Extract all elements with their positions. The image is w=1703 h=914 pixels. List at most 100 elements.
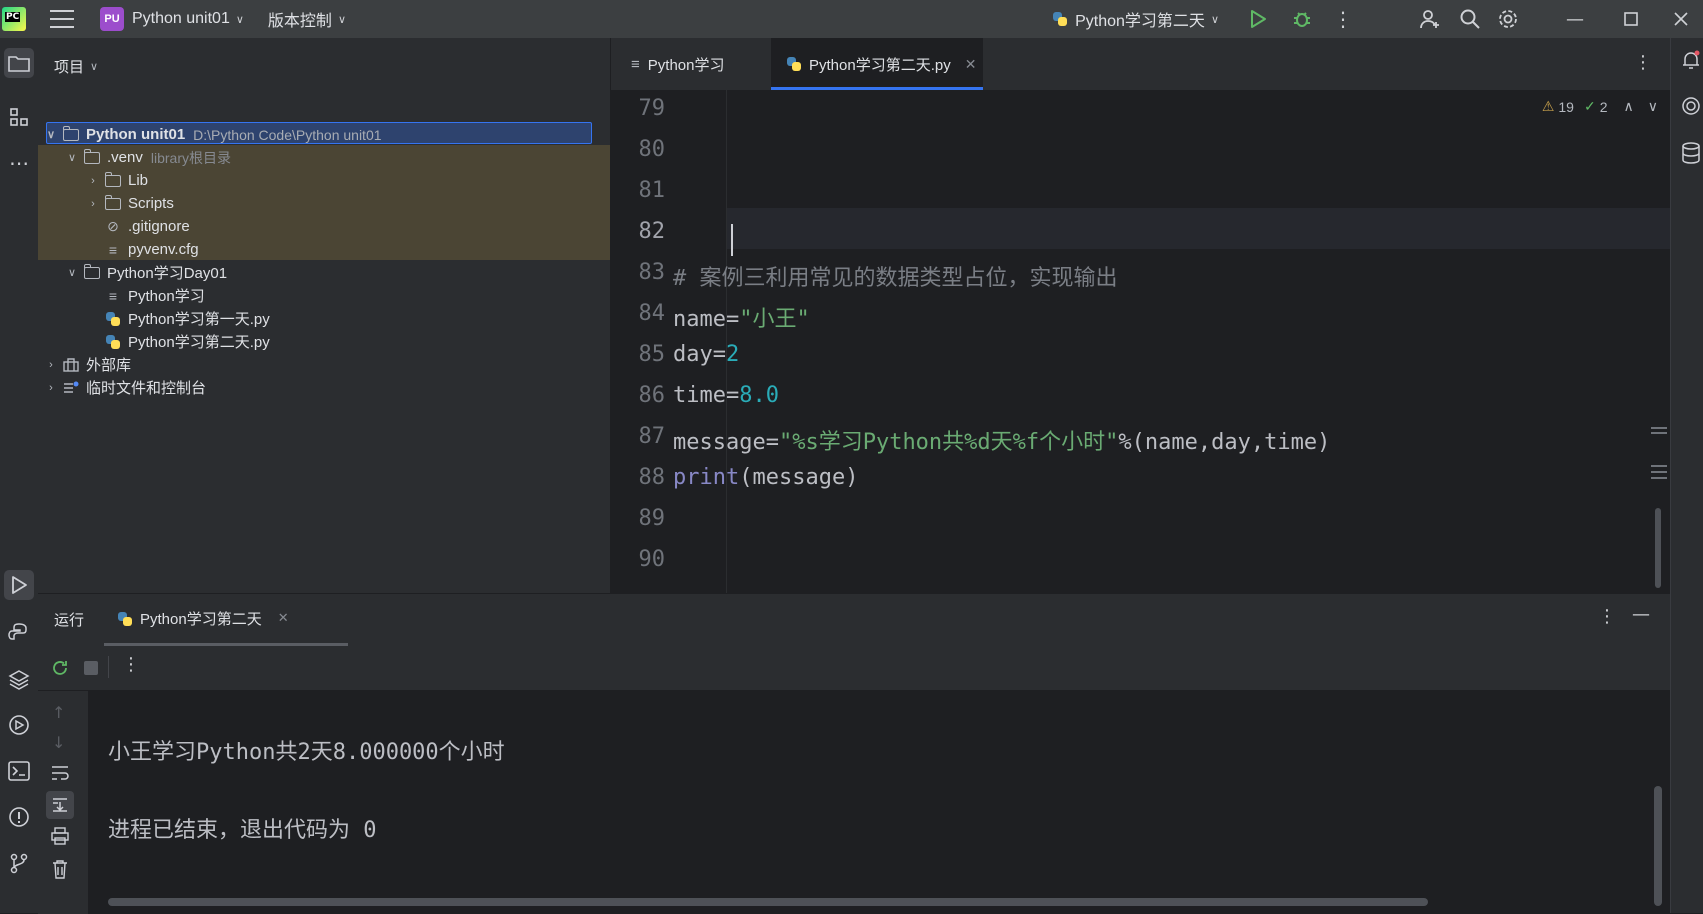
chevron-right-icon[interactable]: › xyxy=(86,198,100,210)
format-args: %(name,day,time) xyxy=(1118,430,1331,455)
arrow-up-icon[interactable]: ↑ xyxy=(52,703,65,722)
settings-gear-icon[interactable] xyxy=(1493,8,1523,30)
tree-label: Python unit01 xyxy=(86,126,186,143)
git-tool-button[interactable] xyxy=(4,848,34,878)
tree-node-external-libs[interactable]: › 外部库 xyxy=(38,352,616,377)
tab-python-study[interactable]: ≡ Python学习 xyxy=(611,38,759,90)
problems-tool-button[interactable] xyxy=(4,802,34,832)
main-menu-icon[interactable] xyxy=(50,10,74,28)
tree-node-day2-py[interactable]: Python学习第二天.py xyxy=(38,329,672,354)
tree-node-root[interactable]: ∨ Python unit01 D:\Python Code\Python un… xyxy=(38,122,616,147)
services-tool-button[interactable] xyxy=(4,710,34,740)
notifications-icon[interactable] xyxy=(1681,50,1701,74)
run-panel-options-icon[interactable]: ⋮ xyxy=(1598,606,1616,627)
structure-tool-button[interactable] xyxy=(4,102,34,132)
code-line-88[interactable]: print(message) xyxy=(673,465,858,490)
trash-icon[interactable] xyxy=(51,859,69,883)
chevron-right-icon[interactable]: › xyxy=(44,359,58,371)
services-icon xyxy=(9,715,29,735)
stop-icon[interactable] xyxy=(84,661,98,675)
project-switcher[interactable]: Python unit01 xyxy=(132,10,230,28)
code-line-84[interactable]: name="小王" xyxy=(673,301,810,333)
project-tool-button[interactable] xyxy=(4,48,34,78)
close-window-button[interactable] xyxy=(1659,12,1703,26)
text-file-icon: ≡ xyxy=(108,287,118,304)
line-number: 83 xyxy=(638,260,666,285)
minimize-button[interactable]: — xyxy=(1547,9,1603,30)
chevron-right-icon[interactable]: › xyxy=(44,382,58,394)
search-icon[interactable] xyxy=(1455,8,1485,30)
layers-tool-button[interactable] xyxy=(4,664,34,694)
tree-node-lib[interactable]: › Lib xyxy=(38,168,658,193)
line-number: 87 xyxy=(638,424,666,449)
maximize-button[interactable] xyxy=(1603,12,1659,26)
chevron-up-icon[interactable]: ∧ xyxy=(1624,98,1634,115)
chevron-down-icon[interactable]: ∨ xyxy=(1648,98,1658,115)
print-icon[interactable] xyxy=(50,827,70,849)
tree-node-text-file[interactable]: ≡ Python学习 xyxy=(38,283,672,308)
tree-node-scripts[interactable]: › Scripts xyxy=(38,191,658,216)
chevron-down-icon[interactable]: ∨ xyxy=(65,266,79,279)
tree-node-day01[interactable]: ∨ Python学习Day01 xyxy=(38,260,637,285)
code-line-87[interactable]: message="%s学习Python共%d天%f个小时"%(name,day,… xyxy=(673,424,1330,456)
chevron-down-icon[interactable]: ∨ xyxy=(338,13,346,26)
code-line-85[interactable]: day=2 xyxy=(673,342,739,367)
string-literal: "小王" xyxy=(739,307,810,332)
debug-button[interactable] xyxy=(1287,9,1317,29)
vcs-menu[interactable]: 版本控制 xyxy=(268,7,332,31)
code-line-83[interactable]: # 案例三利用常见的数据类型占位，实现输出 xyxy=(673,260,1118,292)
run-button[interactable] xyxy=(1243,9,1273,29)
run-tab[interactable]: Python学习第二天 ✕ xyxy=(104,594,348,646)
number-literal: 2 xyxy=(726,342,740,367)
scratch-console-icon xyxy=(62,380,80,396)
ai-assistant-icon[interactable] xyxy=(1681,96,1701,120)
run-config-selector[interactable]: Python学习第二天 xyxy=(1075,7,1205,31)
scroll-to-end-icon[interactable] xyxy=(46,791,74,819)
identifier: message xyxy=(673,430,766,455)
number-literal: 8.0 xyxy=(739,383,779,408)
add-user-icon[interactable] xyxy=(1415,8,1445,30)
chevron-down-icon[interactable]: ∨ xyxy=(65,151,79,164)
tree-label: pyvenv.cfg xyxy=(128,241,199,258)
pycharm-logo-icon[interactable] xyxy=(2,7,26,31)
chevron-down-icon[interactable]: ∨ xyxy=(236,13,244,26)
terminal-tool-button[interactable] xyxy=(4,756,34,786)
tree-label: Python学习 xyxy=(128,288,205,305)
chevron-down-icon[interactable]: ∨ xyxy=(90,60,98,73)
project-panel-title[interactable]: 项目 xyxy=(54,56,84,77)
close-tab-icon[interactable]: ✕ xyxy=(965,56,977,73)
tree-node-pyvenv[interactable]: ≡ pyvenv.cfg xyxy=(38,237,672,262)
terminal-icon xyxy=(8,761,30,781)
inspection-widget[interactable]: ⚠ 19 ✓ 2 ∧ ∨ xyxy=(1542,98,1658,115)
soft-wrap-icon[interactable] xyxy=(50,765,70,785)
editor-area: ≡ Python学习 Python学习第二天.py ✕ ⋮ 79 80 81 8… xyxy=(611,38,1670,593)
database-icon[interactable] xyxy=(1681,142,1701,168)
chevron-down-icon[interactable]: ∨ xyxy=(1211,13,1219,26)
code-line-86[interactable]: time=8.0 xyxy=(673,383,779,408)
more-tools-icon[interactable]: ⋯ xyxy=(4,148,34,178)
python-console-button[interactable] xyxy=(4,618,34,648)
console-output[interactable]: 小王学习Python共2天8.000000个小时 进程已结束，退出代码为 0 xyxy=(88,691,1670,914)
chevron-down-icon[interactable]: ∨ xyxy=(44,128,58,141)
more-actions-icon[interactable]: ⋮ xyxy=(1331,7,1355,31)
run-tool-button[interactable] xyxy=(4,570,34,600)
editor-scrollbar[interactable] xyxy=(1655,508,1661,588)
left-tool-strip: ⋯ xyxy=(0,38,39,913)
more-actions-icon[interactable]: ⋮ xyxy=(122,654,140,675)
tree-node-scratches[interactable]: › 临时文件和控制台 xyxy=(38,375,616,400)
tree-node-day1-py[interactable]: Python学习第一天.py xyxy=(38,306,672,331)
close-tab-icon[interactable]: ✕ xyxy=(278,611,289,626)
folder-icon xyxy=(104,171,122,189)
tab-day2-py[interactable]: Python学习第二天.py ✕ xyxy=(771,38,983,90)
tab-actions-icon[interactable]: ⋮ xyxy=(1634,52,1652,73)
project-badge[interactable]: PU xyxy=(100,7,124,31)
arrow-down-icon[interactable]: ↓ xyxy=(52,733,65,752)
warning-icon: ⚠ xyxy=(1541,98,1555,114)
hide-panel-icon[interactable]: — xyxy=(1632,604,1650,625)
tree-node-venv[interactable]: ∨ .venv library根目录 xyxy=(38,145,637,170)
horizontal-scrollbar[interactable] xyxy=(108,898,1428,906)
chevron-right-icon[interactable]: › xyxy=(86,175,100,187)
rerun-icon[interactable] xyxy=(50,658,70,682)
tree-node-gitignore[interactable]: ⊘ .gitignore xyxy=(38,214,672,239)
vertical-scrollbar[interactable] xyxy=(1654,786,1662,906)
